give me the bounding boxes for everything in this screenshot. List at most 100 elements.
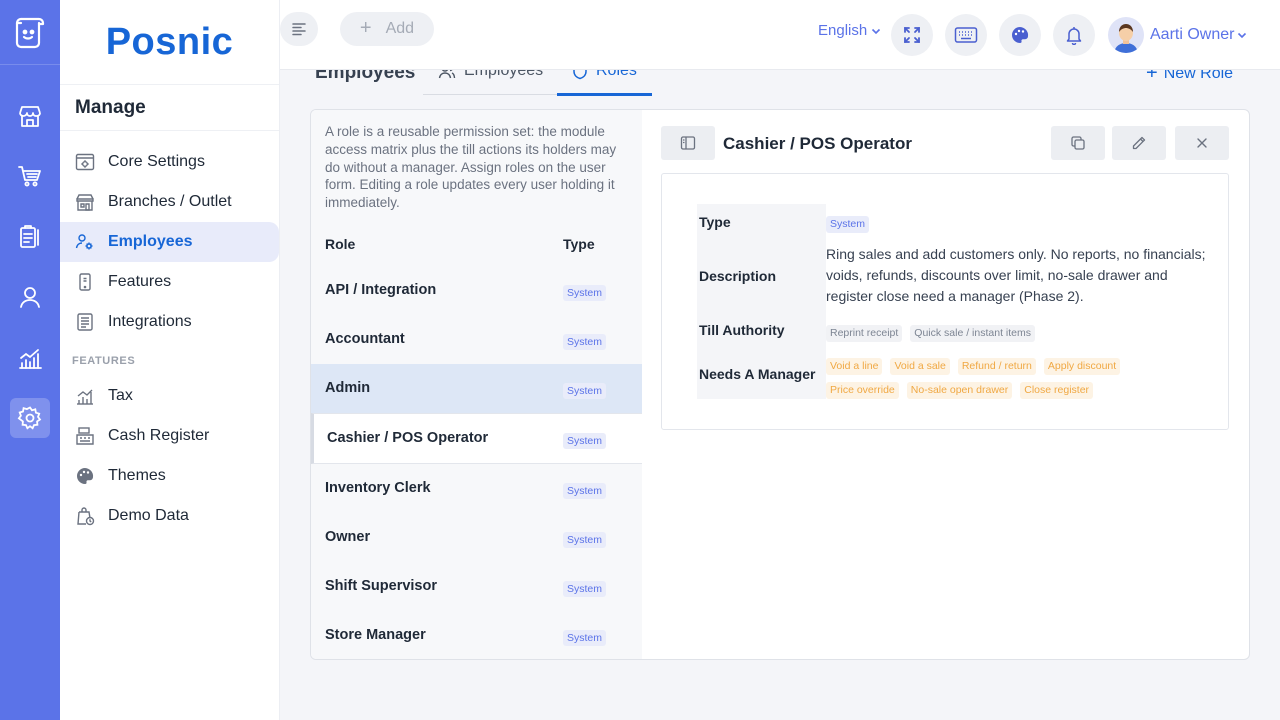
reports-icon[interactable] [10, 338, 50, 378]
sidebar-panel-icon [680, 136, 696, 150]
menu-lines-icon [292, 23, 306, 36]
till-authority-chip: Quick sale / instant items [910, 325, 1035, 342]
role-detail-panel: Type Description Till Authority Needs A … [661, 173, 1229, 430]
role-name: API / Integration [325, 282, 437, 298]
roles-intro-text: A role is a reusable permission set: the… [325, 124, 617, 211]
tab-roles[interactable]: Roles [572, 70, 637, 80]
table-row[interactable]: Store Manager System [311, 611, 642, 659]
table-row-selected[interactable]: Cashier / POS Operator System [311, 413, 642, 464]
copy-icon [1071, 136, 1085, 150]
keyboard-icon [954, 27, 978, 43]
till-authority-label: Till Authority [699, 322, 785, 338]
menu-item-employees[interactable]: Employees [60, 222, 279, 262]
role-detail-title: Cashier / POS Operator [723, 134, 912, 153]
duplicate-role-button[interactable] [1051, 126, 1105, 160]
role-name: Accountant [325, 331, 405, 347]
table-row[interactable]: Owner System [311, 513, 642, 562]
description-label: Description [699, 268, 777, 284]
user-menu[interactable]: Aarti Owner [1108, 17, 1248, 53]
manager-chip: Apply discount [1043, 358, 1121, 375]
cash-register-icon [75, 426, 95, 446]
theme-button[interactable] [999, 14, 1041, 56]
menu-item-cash-register[interactable]: Cash Register [60, 416, 279, 456]
bell-icon [1066, 27, 1082, 45]
menu-item-branches[interactable]: Branches / Outlet [60, 182, 279, 222]
menu-item-label: Themes [108, 467, 166, 484]
type-label: Type [699, 214, 731, 230]
sidebar-toggle-button[interactable] [280, 12, 318, 46]
building-icon [75, 192, 95, 212]
cart-icon[interactable] [10, 156, 50, 196]
manager-chip: Price override [826, 382, 899, 399]
notifications-button[interactable] [1053, 14, 1095, 56]
menu-item-themes[interactable]: Themes [60, 456, 279, 496]
edit-role-button[interactable] [1112, 126, 1166, 160]
close-detail-button[interactable] [1175, 126, 1229, 160]
role-name: Store Manager [325, 627, 426, 643]
list-document-icon [75, 312, 95, 332]
role-name: Owner [325, 529, 371, 545]
clipboard-icon[interactable] [10, 217, 50, 257]
menu-item-core-settings[interactable]: Core Settings [60, 142, 279, 182]
menu-item-label: Employees [108, 233, 193, 250]
brand-logo[interactable]: Posnic [60, 0, 279, 85]
manager-chip: Void a sale [890, 358, 950, 375]
table-row[interactable]: Shift Supervisor System [311, 562, 642, 611]
language-label: English [818, 22, 868, 39]
detail-labels-column: Type Description Till Authority Needs A … [697, 204, 826, 399]
settings-window-icon [75, 152, 95, 172]
tab-label: Roles [596, 70, 637, 79]
menu-item-label: Integrations [108, 313, 192, 330]
app-logo-icon[interactable] [0, 0, 60, 65]
add-button[interactable]: + Add [340, 12, 434, 46]
roles-list-pane: A role is a reusable permission set: the… [311, 110, 642, 659]
manager-chip: Void a line [826, 358, 883, 375]
table-row[interactable]: Accountant System [311, 315, 642, 364]
store-icon[interactable] [10, 96, 50, 136]
menu-item-label: Branches / Outlet [108, 193, 232, 210]
user-icon[interactable] [10, 277, 50, 317]
fullscreen-button[interactable] [891, 14, 933, 56]
type-badge: System [826, 216, 870, 233]
table-row[interactable]: Inventory Clerk System [311, 464, 642, 513]
manager-chip: Close register [1020, 382, 1094, 399]
pencil-icon [1132, 136, 1146, 150]
menu-item-tax[interactable]: Tax [60, 376, 279, 416]
menu-item-label: Core Settings [108, 153, 205, 170]
fullscreen-icon [904, 27, 920, 43]
tab-label: Employees [464, 70, 544, 79]
new-role-label: New Role [1163, 70, 1234, 82]
chevron-down-icon [1238, 32, 1247, 39]
page-header: Employees Employees Roles + New Role [280, 70, 1280, 98]
type-value: System [826, 214, 877, 238]
column-header-role: Role [325, 236, 356, 252]
users-icon [438, 70, 456, 79]
user-name: Aarti Owner [1150, 26, 1235, 43]
language-select[interactable]: English [818, 22, 882, 39]
role-name: Admin [325, 380, 371, 396]
role-type-badge: System [563, 285, 607, 301]
manager-chip: Refund / return [957, 358, 1036, 375]
menu-item-features[interactable]: Features [60, 262, 279, 302]
role-type-badge: System [563, 532, 607, 548]
menu-item-demo-data[interactable]: Demo Data [60, 496, 279, 536]
menu-item-label: Cash Register [108, 427, 210, 444]
keyboard-shortcuts-button[interactable] [945, 14, 987, 56]
page-title: Employees [315, 70, 416, 83]
palette-icon [1012, 27, 1029, 43]
menu-item-label: Tax [108, 387, 133, 404]
table-row[interactable]: API / Integration System [311, 266, 642, 315]
avatar [1108, 17, 1144, 53]
menu-item-integrations[interactable]: Integrations [60, 302, 279, 342]
icon-rail [0, 0, 60, 720]
new-role-button[interactable]: + New Role [1146, 70, 1233, 85]
shield-icon [573, 70, 587, 80]
manager-chip: No-sale open drawer [906, 382, 1013, 399]
menu-section-features: FEATURES [72, 355, 136, 367]
toggle-list-button[interactable] [661, 126, 715, 160]
settings-icon[interactable] [10, 398, 50, 438]
plus-icon: + [359, 16, 372, 39]
role-name: Inventory Clerk [325, 480, 431, 496]
table-row[interactable]: Admin System [311, 364, 642, 413]
tab-employees[interactable]: Employees [438, 70, 543, 80]
